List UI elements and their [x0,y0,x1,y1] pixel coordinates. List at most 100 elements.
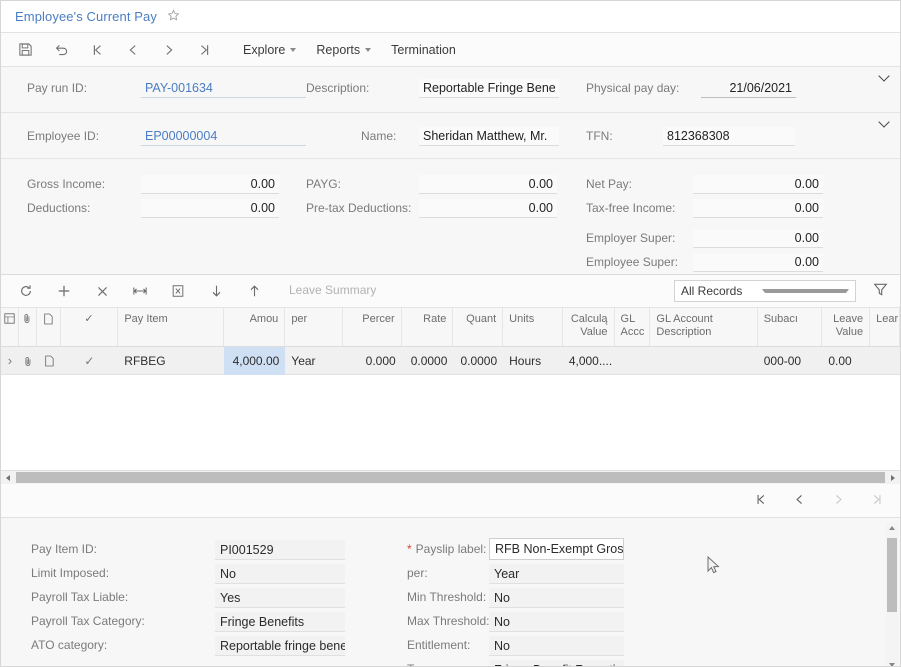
payroll-tax-liable-value[interactable]: Yes [215,588,345,608]
grid-horizontal-scrollbar[interactable] [1,470,900,484]
records-filter-select[interactable]: All Records [674,280,856,302]
previous-record-icon[interactable] [115,36,151,64]
max-threshold-value[interactable]: No [489,612,624,632]
column-header-check[interactable]: ✓ [61,308,119,346]
cell-units[interactable]: Hours [503,347,563,375]
menu-reports[interactable]: Reports [306,36,381,64]
cell-percent[interactable]: 0.000 [343,347,402,375]
column-header-leave-last[interactable]: Lear [870,308,900,346]
last-record-icon[interactable] [187,36,223,64]
tax-free-income-label: Tax-free Income: [586,201,675,215]
column-header-pay-item[interactable]: Pay Item [118,308,223,346]
payroll-tax-liable-label: Payroll Tax Liable: [31,590,128,604]
cell-leave-last[interactable] [870,347,900,375]
attachment-icon[interactable] [19,347,37,375]
scrollbar-thumb[interactable] [16,472,885,483]
move-down-icon[interactable] [203,279,229,303]
fit-columns-icon[interactable] [127,279,153,303]
cell-leave-value[interactable]: 0.00 [822,347,870,375]
column-header-quantity[interactable]: Quant [453,308,503,346]
export-excel-icon[interactable] [165,279,191,303]
scroll-up-arrow-icon[interactable] [886,522,898,534]
column-header-amount[interactable]: Amou [224,308,286,346]
detail-vertical-scrollbar[interactable] [886,522,898,667]
payroll-tax-category-value[interactable]: Fringe Benefits [215,612,345,632]
entitlement-value[interactable]: No [489,636,624,656]
delete-row-icon[interactable] [89,279,115,303]
employer-super-label: Employer Super: [586,231,675,245]
net-pay-label: Net Pay: [586,177,632,191]
star-icon[interactable] [167,9,180,24]
pager-next-button[interactable] [832,493,845,509]
tfn-value[interactable]: 812368308 [663,127,795,146]
column-header-per[interactable]: per [285,308,343,346]
cell-calc-value[interactable]: 4,000.... [563,347,615,375]
max-threshold-label: Max Threshold: [407,614,489,628]
employee-id-value[interactable]: EP00000004 [141,127,306,146]
scrollbar-thumb[interactable] [887,538,897,612]
menu-termination-label: Termination [391,43,456,57]
cell-amount[interactable]: 4,000.00 [224,347,286,375]
cell-subaccount[interactable]: 000-00 [758,347,823,375]
cell-per[interactable]: Year [285,347,343,375]
pager-last-button[interactable] [871,493,884,509]
pay-item-id-value[interactable]: PI001529 [215,540,345,560]
row-checkbox[interactable]: ✓ [61,347,119,375]
first-record-icon[interactable] [79,36,115,64]
column-header-subaccount[interactable]: Subacı [758,308,823,346]
description-label: Description: [306,81,369,95]
refresh-icon[interactable] [13,279,39,303]
cell-gl-account-description[interactable] [650,347,757,375]
menu-termination[interactable]: Termination [381,36,466,64]
column-header-gl-account-description[interactable]: GL Account Description [650,308,757,346]
scroll-down-arrow-icon[interactable] [886,659,898,667]
collapse-panel-chevron-icon[interactable] [880,71,888,80]
column-header-units[interactable]: Units [503,308,563,346]
description-value[interactable]: Reportable Fringe Bene [419,79,559,98]
funnel-icon[interactable] [873,282,888,300]
column-header-notes[interactable] [37,308,61,346]
payslip-label-value[interactable]: RFB Non-Exempt Gross [489,538,624,560]
name-value[interactable]: Sheridan Matthew, Mr. [419,127,559,146]
collapse-panel-chevron-icon[interactable] [880,117,888,126]
save-icon[interactable] [7,36,43,64]
menu-explore[interactable]: Explore [233,36,306,64]
limit-imposed-value[interactable]: No [215,564,345,584]
undo-icon[interactable] [43,36,79,64]
column-header-selector[interactable] [1,308,19,346]
column-header-percent[interactable]: Percer [343,308,402,346]
cell-quantity[interactable]: 0.0000 [453,347,503,375]
add-row-icon[interactable] [51,279,77,303]
pager-previous-button[interactable] [793,493,806,509]
move-up-icon[interactable] [241,279,267,303]
gross-income-label: Gross Income: [27,177,105,191]
pay-run-id-value[interactable]: PAY-001634 [141,79,306,98]
column-header-gl-account-code[interactable]: GL Accc [615,308,651,346]
column-header-leave-value[interactable]: Leave Value [822,308,870,346]
type-value[interactable]: Fringe Benefit Reporting [489,660,624,667]
ato-category-value[interactable]: Reportable fringe benef [215,636,345,656]
row-expander-icon[interactable]: › [1,347,19,375]
chevron-down-icon [762,289,849,293]
employer-super-value: 0.00 [693,229,823,248]
column-header-calc-value[interactable]: Calculą Value [563,308,615,346]
cell-gl-account-code[interactable] [615,347,651,375]
cell-pay-item[interactable]: RFBEG [118,347,223,375]
physical-pay-day-value[interactable]: 21/06/2021 [701,79,796,98]
min-threshold-value[interactable]: No [489,588,624,608]
column-header-rate[interactable]: Rate [402,308,454,346]
per-value[interactable]: Year [489,564,624,584]
pager-first-button[interactable] [754,493,767,509]
cell-rate[interactable]: 0.0000 [402,347,454,375]
leave-summary-label[interactable]: Leave Summary [289,283,376,297]
table-row[interactable]: › ✓ RFBEG 4,000.00 Year 0.000 0.0000 0.0… [1,347,900,375]
payslip-label-label: Payslip label: [407,542,486,556]
menu-explore-label: Explore [243,43,285,57]
note-icon[interactable] [37,347,61,375]
deductions-value: 0.00 [141,199,279,218]
next-record-icon[interactable] [151,36,187,64]
payroll-tax-category-label: Payroll Tax Category: [31,614,145,628]
scroll-left-arrow-icon[interactable] [1,471,15,484]
scroll-right-arrow-icon[interactable] [886,471,900,484]
column-header-attachment[interactable] [19,308,37,346]
